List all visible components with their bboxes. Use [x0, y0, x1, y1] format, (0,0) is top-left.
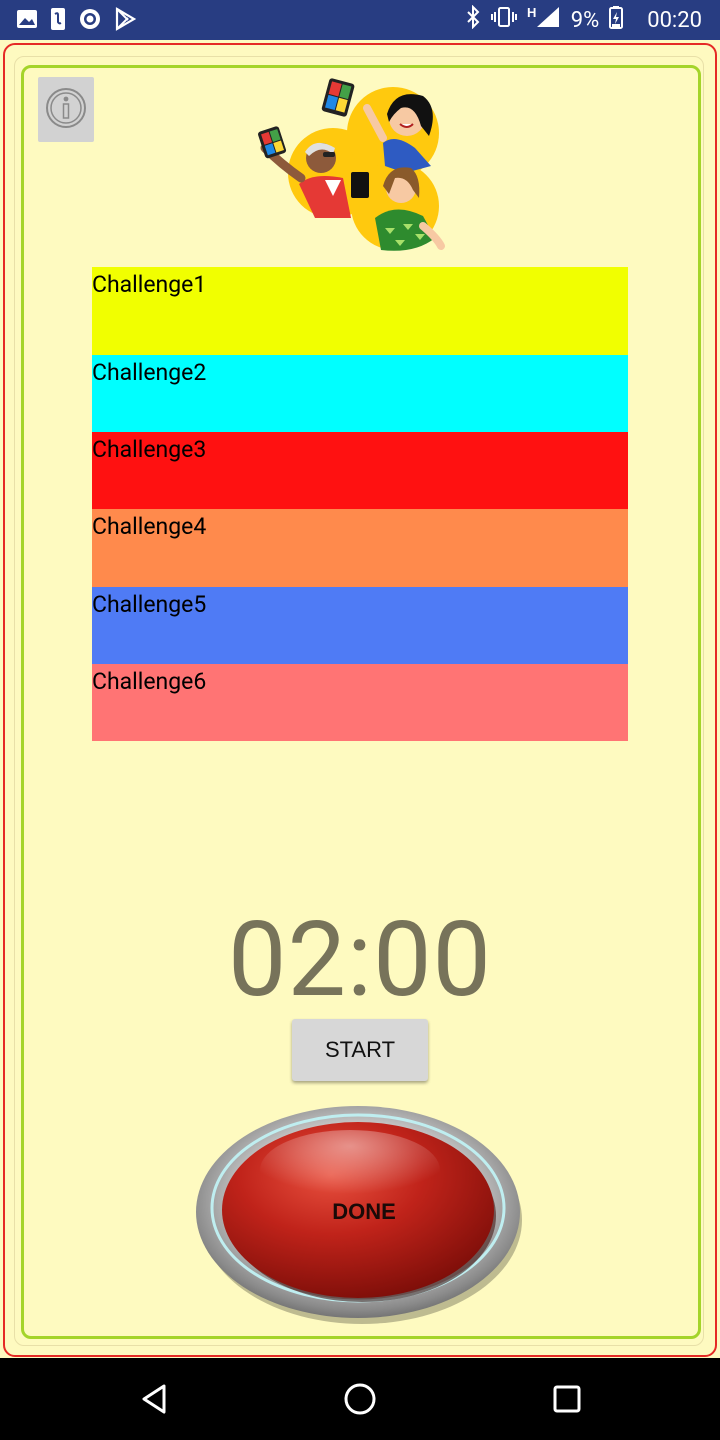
status-bar-right-icons: H 9% 00:20 [465, 0, 702, 40]
network-h-icon: H [527, 5, 561, 35]
info-button[interactable] [38, 77, 94, 142]
challenge-item-5[interactable]: Challenge5 [92, 587, 628, 664]
home-icon[interactable] [343, 1382, 377, 1420]
challenge-item-2[interactable]: Challenge2 [92, 355, 628, 432]
challenge-label: Challenge5 [92, 591, 207, 618]
people-with-phones-illustration [255, 78, 450, 256]
battery-percent: 9% [570, 7, 600, 33]
status-bar-left-icons [16, 7, 137, 35]
countdown-timer: 02:00 [228, 900, 492, 1021]
info-icon [44, 86, 88, 134]
status-bar: H 9% 00:20 [0, 0, 720, 40]
challenge-label: Challenge2 [92, 359, 207, 386]
phone-icon [50, 7, 66, 35]
challenge-list: Challenge1 Challenge2 Challenge3 Challen… [92, 267, 628, 741]
challenge-label: Challenge3 [92, 436, 207, 463]
challenge-item-1[interactable]: Challenge1 [92, 267, 628, 355]
done-label: DONE [332, 1198, 396, 1224]
battery-icon [609, 5, 624, 35]
challenge-label: Challenge1 [92, 271, 207, 298]
challenge-item-3[interactable]: Challenge3 [92, 432, 628, 509]
image-icon [16, 8, 38, 34]
back-icon[interactable] [138, 1382, 172, 1420]
navigation-bar [0, 1358, 720, 1440]
challenge-label: Challenge6 [92, 668, 207, 695]
start-button[interactable]: START [292, 1019, 428, 1081]
vibrate-icon [490, 5, 517, 35]
bluetooth-icon [465, 4, 481, 35]
play-store-icon [114, 7, 137, 35]
recents-icon[interactable] [552, 1384, 582, 1418]
svg-text:H: H [527, 5, 536, 20]
challenge-item-6[interactable]: Challenge6 [92, 664, 628, 741]
clock: 00:20 [647, 7, 702, 33]
circle-app-icon [78, 7, 102, 35]
challenge-label: Challenge4 [92, 513, 207, 540]
challenge-item-4[interactable]: Challenge4 [92, 509, 628, 587]
done-button[interactable]: DONE [190, 1098, 530, 1328]
